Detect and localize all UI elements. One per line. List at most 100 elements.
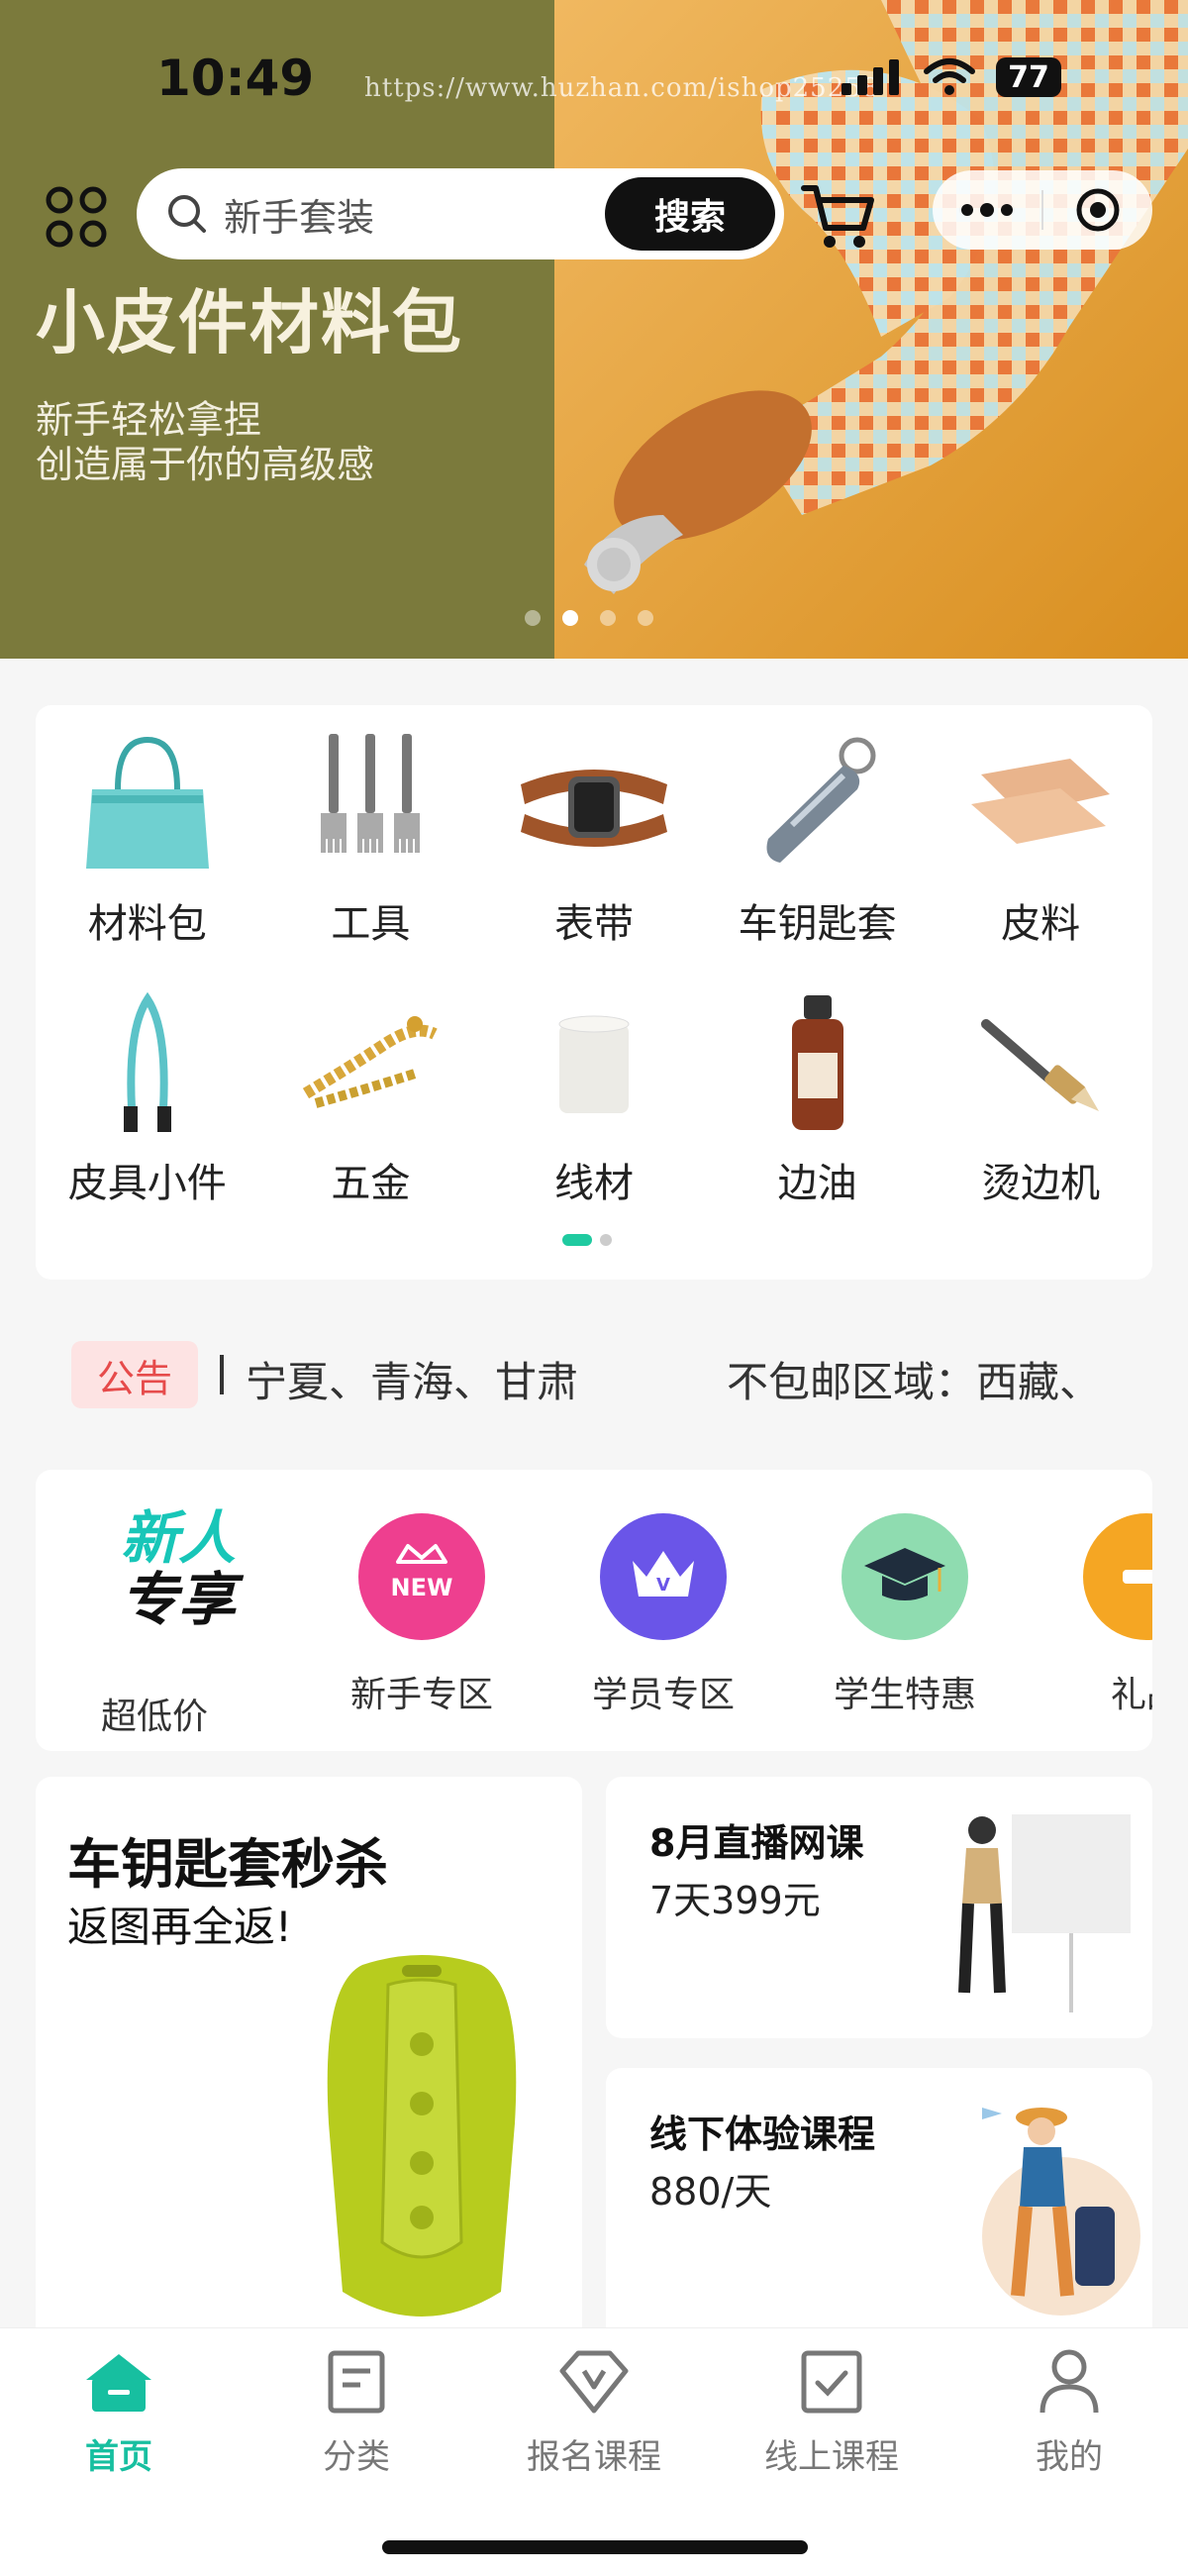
tab-category[interactable]: 分类 [238,2342,475,2478]
graduation-cap-icon [842,1513,968,1640]
category-item-thread[interactable]: 线材 [482,984,706,1244]
chain-icon [291,984,449,1143]
category-item-car-key-case[interactable]: 车钥匙套 [706,725,930,984]
car-key-flash-sale-card[interactable]: 车钥匙套秒杀 返图再全返! [36,1777,582,2351]
presenter-illustration [958,1814,1131,2012]
card-subtitle: 7天399元 [649,1879,821,1922]
status-time: 10:49 [156,50,315,107]
new-badge-text: NEW [391,1574,453,1601]
carousel-dot[interactable] [600,610,616,626]
promo-item-gift[interactable]: 礼品 [1028,1470,1152,1751]
tab-label: 分类 [323,2437,390,2477]
promo-label: 学员专区 [591,1675,735,1715]
close-program-button[interactable] [1043,170,1152,250]
profile-icon [1030,2342,1109,2421]
live-course-card[interactable]: 8月直播网课 7天399元 [606,1777,1152,2038]
bottom-tab-bar: 首页 分类 报名课程 线上课程 我的 [0,2327,1188,2576]
cellular-signal-icon [842,59,899,95]
card-title: 8月直播网课 [649,1821,864,1865]
announcement-divider [220,1355,224,1394]
category-item-watch-strap[interactable]: 表带 [482,725,706,984]
app-root: 小皮件材料包 新手轻松拿捏 创造属于你的高级感 10:49 https://ww… [0,0,1188,2576]
new-user-badge: 新人 专享 [121,1507,236,1630]
watermark-url: https://www.huzhan.com/ishop25258 [364,73,880,103]
tab-label: 我的 [1036,2437,1103,2477]
announcement-text-next: 不包邮区域：西藏、 [727,1358,1102,1406]
home-indicator[interactable] [382,2540,808,2554]
pager-dot[interactable] [600,1234,612,1246]
home-icon [79,2342,158,2421]
carousel-dot[interactable] [638,610,653,626]
category-label: 皮料 [1001,901,1081,947]
promo-label: 超低价 [100,1697,208,1737]
carousel-dot-active[interactable] [562,610,578,626]
offline-course-card[interactable]: 线下体验课程 880/天 [606,2068,1152,2355]
target-close-icon [1076,188,1120,232]
status-icons: 77 [840,57,1061,97]
category-item-edge-oil[interactable]: 边油 [706,984,930,1244]
new-crown-icon: NEW [358,1513,485,1640]
vip-crown-icon: V [600,1513,727,1640]
category-item-tools[interactable]: 工具 [259,725,483,984]
watch-strap-icon [515,725,673,883]
apps-grid-icon[interactable] [44,184,109,250]
thread-spool-icon [515,984,673,1143]
tab-profile[interactable]: 我的 [950,2342,1188,2478]
carousel-dot[interactable] [525,610,541,626]
category-label: 车钥匙套 [738,901,897,947]
more-dots-icon [961,203,1013,217]
tab-label: 报名课程 [527,2437,661,2477]
battery-icon: 77 [996,57,1061,97]
strap-icon [68,984,227,1143]
v-badge-text: V [656,1575,670,1596]
category-icon [317,2342,396,2421]
category-pager[interactable] [562,1234,612,1246]
announcement-tag: 公告 [71,1341,198,1408]
shopping-cart-icon[interactable] [798,174,879,256]
promo-item-student-discount[interactable]: 学生特惠 [786,1470,1024,1751]
edge-creaser-icon [961,984,1120,1143]
tab-online-course[interactable]: 线上课程 [713,2342,950,2478]
gift-icon [1083,1513,1152,1640]
card-title: 线下体验课程 [649,2112,876,2156]
category-item-edge-creaser[interactable]: 烫边机 [929,984,1152,1244]
category-item-hardware[interactable]: 五金 [259,984,483,1244]
pager-dot-active[interactable] [562,1234,592,1246]
tab-enroll-course[interactable]: 报名课程 [475,2342,713,2478]
promo-item-beginner[interactable]: NEW 新手专区 [303,1470,541,1751]
online-course-icon [792,2342,871,2421]
category-label: 材料包 [87,901,207,947]
carousel-dots[interactable] [525,610,653,626]
category-label: 皮具小件 [67,1161,227,1206]
tab-label: 线上课程 [764,2437,899,2477]
card-subtitle: 返图再全返! [67,1903,292,1951]
announcement-bar[interactable]: 公告 宁夏、青海、甘肃 不包邮区域：西藏、 [0,1327,1188,1422]
wifi-icon [924,58,975,95]
promo-label: 新手专区 [349,1675,493,1715]
promo-row: 新人 专享 超低价 NEW 新手专区 V 学员专区 学生特惠 礼 [36,1470,1152,1751]
category-item-leather[interactable]: 皮料 [929,725,1152,984]
badge-line-1: 新人 [121,1504,237,1572]
tab-home[interactable]: 首页 [0,2342,238,2478]
promo-item-new-user[interactable]: 新人 专享 超低价 [36,1470,273,1751]
search-bar[interactable]: 新手套装 搜索 [137,168,784,259]
search-button[interactable]: 搜索 [605,177,775,251]
more-menu-button[interactable] [933,170,1041,250]
category-grid: 材料包 工具 表带 车钥匙套 皮料 皮具小件 五金 线材 边油 烫边机 [36,725,1152,1244]
promo-label: 礼品 [1110,1675,1152,1715]
traveler-illustration [982,2108,1140,2316]
car-key-case-icon [739,725,897,883]
category-item-small-leather-goods[interactable]: 皮具小件 [36,984,259,1244]
promo-label: 学生特惠 [833,1675,976,1715]
tab-label: 首页 [85,2437,152,2477]
enroll-course-icon [554,2342,634,2421]
search-input[interactable]: 新手套装 [224,187,605,242]
badge-line-2: 专享 [121,1566,237,1633]
category-label: 工具 [331,901,411,947]
promo-item-student-zone[interactable]: V 学员专区 [544,1470,782,1751]
green-key-case-image [327,1955,517,2317]
category-label: 烫边机 [981,1161,1101,1206]
category-label: 五金 [331,1161,411,1206]
category-item-material-pack[interactable]: 材料包 [36,725,259,984]
mini-program-capsule[interactable] [933,170,1152,250]
